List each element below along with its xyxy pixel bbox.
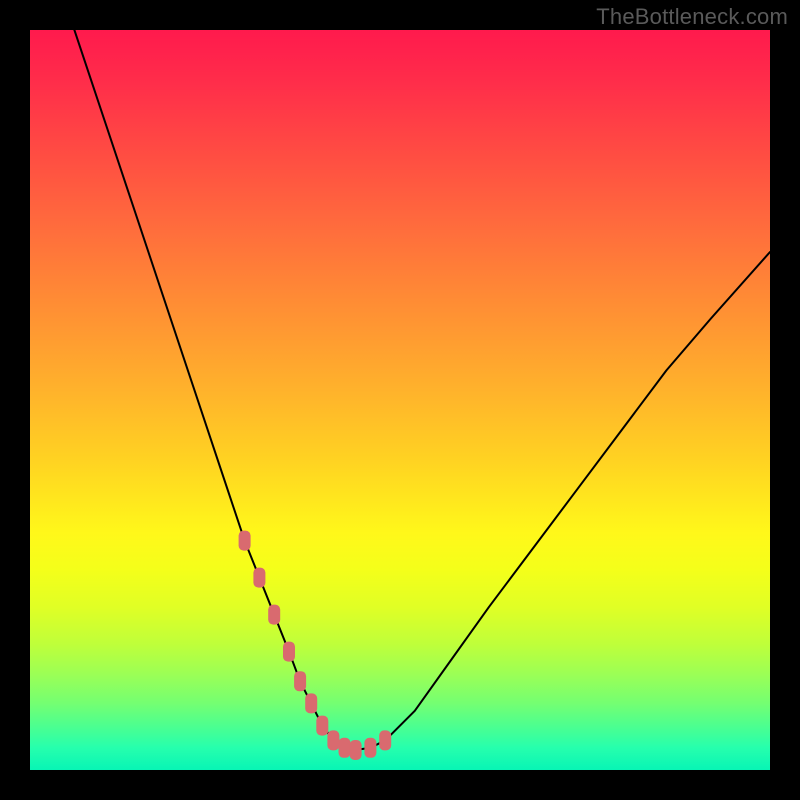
highlight-marker: [339, 738, 351, 758]
highlight-marker: [253, 568, 265, 588]
highlight-marker: [268, 605, 280, 625]
highlight-marker: [239, 531, 251, 551]
highlight-marker: [327, 730, 339, 750]
chart-svg: [30, 30, 770, 770]
bottleneck-curve: [74, 30, 770, 750]
highlight-marker: [364, 738, 376, 758]
chart-stage: TheBottleneck.com: [0, 0, 800, 800]
highlight-markers: [239, 531, 392, 760]
highlight-marker: [294, 671, 306, 691]
highlight-marker: [379, 730, 391, 750]
highlight-marker: [316, 716, 328, 736]
watermark-text: TheBottleneck.com: [596, 4, 788, 30]
highlight-marker: [350, 740, 362, 760]
highlight-marker: [305, 693, 317, 713]
highlight-marker: [283, 642, 295, 662]
plot-area: [30, 30, 770, 770]
